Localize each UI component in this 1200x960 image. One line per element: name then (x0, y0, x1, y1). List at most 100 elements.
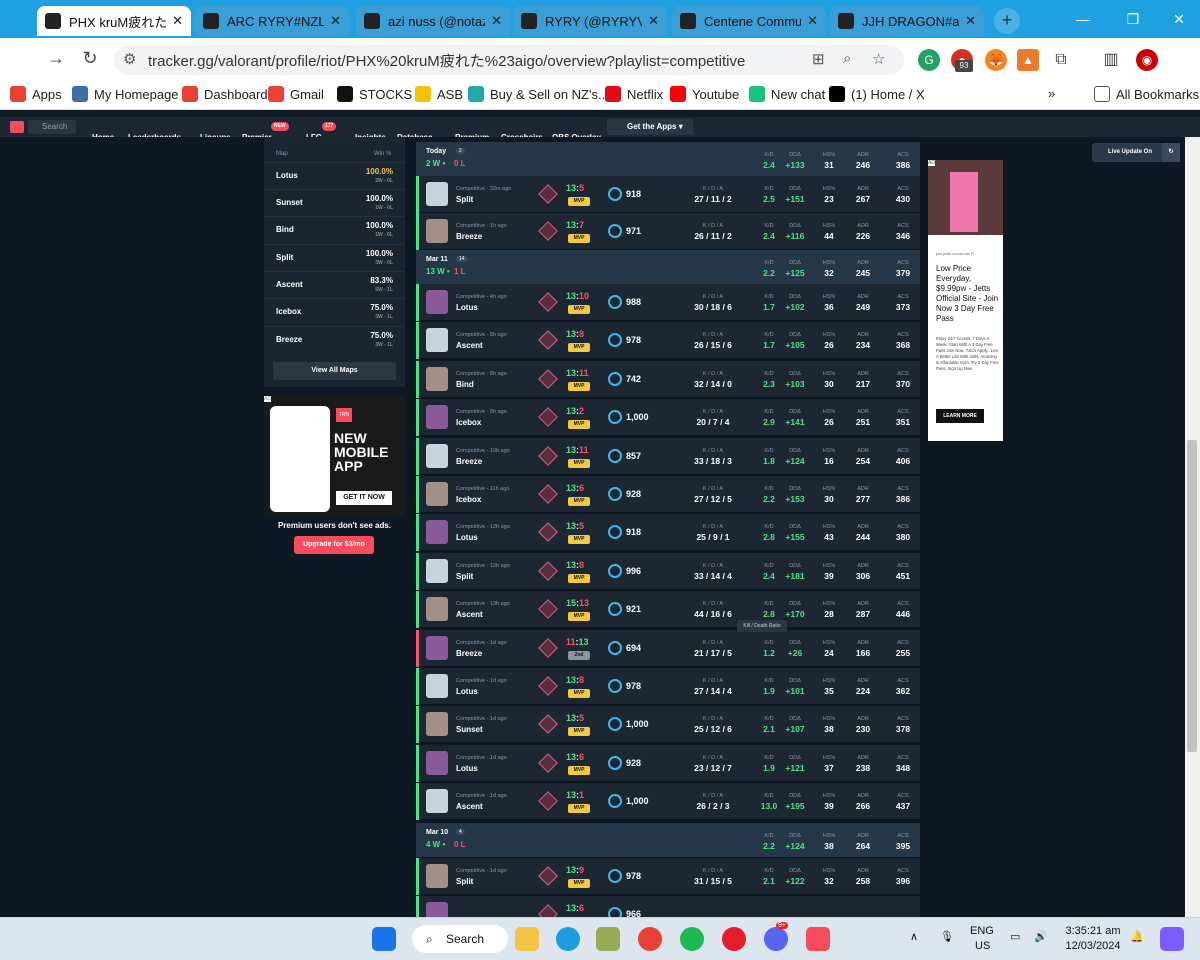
scrollbar-thumb[interactable] (1187, 440, 1197, 752)
taskbar-search[interactable]: Search ⌕ (412, 925, 508, 953)
bookmark-item[interactable]: Apps (10, 86, 62, 102)
browser-tab[interactable]: Centene Commun ✕ (672, 6, 826, 36)
view-all-maps-button[interactable]: View All Maps (273, 362, 396, 380)
close-tab-icon[interactable]: ✕ (959, 13, 976, 29)
url-input[interactable]: tracker.gg/valorant/profile/riot/PHX%20k… (114, 45, 904, 75)
forward-button[interactable]: → (44, 46, 68, 70)
match-row[interactable]: Competitive - 13h ago Ascent 15:13 MVP 921 K … (416, 591, 920, 629)
close-tab-icon[interactable]: ✕ (324, 13, 341, 29)
bookmark-item[interactable]: Netflix (605, 86, 663, 102)
profile-avatar[interactable]: ◉ (1136, 49, 1158, 71)
maximize-button[interactable]: ❐ (1110, 0, 1156, 38)
copilot-icon[interactable] (1160, 927, 1184, 951)
upgrade-button[interactable]: Upgrade for $3/mo (294, 536, 374, 554)
map-row[interactable]: Split 100.0% 3W - 0L (264, 244, 405, 271)
side-panel-icon[interactable]: ▥ (1100, 49, 1122, 71)
extensions-puzzle-icon[interactable]: ⧉ (1050, 49, 1072, 71)
more-bookmarks-button[interactable]: » (1048, 86, 1055, 101)
volume-icon[interactable]: 🔊 (1034, 930, 1048, 943)
app-icon[interactable] (722, 927, 746, 951)
site-search-input[interactable]: Search (28, 120, 76, 134)
close-tab-icon[interactable]: ✕ (166, 13, 183, 29)
reload-button[interactable]: ↻ (78, 46, 102, 70)
trn-logo-icon[interactable] (10, 121, 24, 133)
tracker-app-icon[interactable] (806, 927, 830, 951)
new-tab-button[interactable]: + (994, 8, 1020, 34)
store-icon[interactable] (596, 927, 620, 951)
browser-tab[interactable]: azi nuss (@notaziu✕ (356, 6, 510, 36)
browser-tab[interactable]: ARC RYRY#NZL's C✕ (195, 6, 349, 36)
network-icon[interactable]: ▭ (1010, 930, 1020, 943)
bookmark-label: ASB (437, 86, 464, 102)
match-row[interactable]: Competitive - 12h ago Split 13:8 MVP 996 K / … (416, 552, 920, 590)
match-row[interactable]: Competitive - 32m ago Split 13:5 MVP 918 K / … (416, 176, 920, 213)
match-row[interactable]: Competitive - 1d ago Lotus 13:6 MVP 928 K / D… (416, 744, 920, 782)
map-row[interactable]: Bind 100.0% 1W - 0L (264, 216, 405, 243)
match-row[interactable]: Competitive - 1d ago Split 13:9 MVP 978 K / D… (416, 858, 920, 895)
match-row[interactable]: Competitive - 1d ago Sunset 13:5 MVP 1,000 K … (416, 706, 920, 744)
bookmark-item[interactable]: New chat (749, 86, 825, 102)
match-row[interactable]: Competitive - 8h ago Bind 13:11 MVP 742 K / D… (416, 360, 920, 398)
browser-tab[interactable]: PHX kruM疲れた#a✕ (37, 6, 191, 36)
bookmark-item[interactable]: Buy & Sell on NZ's... (468, 86, 609, 102)
map-row[interactable]: Sunset 100.0% 1W - 0L (264, 189, 405, 216)
map-row[interactable]: Ascent 83.3% 5W - 1L (264, 271, 405, 298)
map-row[interactable]: Icebox 75.0% 3W - 1L (264, 298, 405, 325)
map-row[interactable]: Lotus 100.0% 2W - 0L (264, 162, 405, 189)
notification-bell-icon[interactable]: 🔔 (1130, 930, 1144, 943)
chrome-icon[interactable] (638, 927, 662, 951)
bookmark-star-icon[interactable]: ☆ (872, 50, 885, 68)
bookmark-item[interactable]: Dashboard (182, 86, 268, 102)
grammarly-icon[interactable]: G (918, 49, 940, 71)
live-update-toggle[interactable]: Live Update On ↻ (1092, 143, 1180, 162)
minimize-button[interactable]: — (1060, 0, 1106, 38)
metamask-icon[interactable]: 🦊 (985, 49, 1007, 71)
clock-time[interactable]: 3:35:21 am (1063, 925, 1123, 937)
match-row[interactable]: Competitive - 4h ago Lotus 13:10 MVP 988 K / … (416, 284, 920, 321)
match-row[interactable]: Competitive - 1d ago Ascent 13:1 MVP 1,000 K … (416, 783, 920, 821)
match-row[interactable]: Competitive - 11h ago Icebox 13:6 MVP 928 K /… (416, 476, 920, 513)
get-it-now-button[interactable]: GET IT NOW (336, 491, 392, 505)
mic-icon[interactable]: 🎙 (940, 930, 954, 943)
match-row[interactable]: Competitive - 1d ago Breeze 11:13 2nd 694 K /… (416, 629, 920, 667)
file-explorer-icon[interactable] (515, 927, 539, 951)
browser-tab[interactable]: JJH DRAGON#aaa✕ (830, 6, 984, 36)
match-row[interactable]: Competitive - 12h ago Lotus 13:5 MVP 918 K / … (416, 514, 920, 552)
site-info-icon[interactable]: ⚙ (123, 50, 136, 68)
win-percent: 100.0% (365, 194, 393, 203)
edge-icon[interactable] (556, 927, 580, 951)
match-row[interactable]: Competitive - 10h ago Breeze 13:11 MVP 857 K … (416, 437, 920, 475)
bookmark-item[interactable]: (1) Home / X (829, 86, 925, 102)
trn-app-ad[interactable]: TRN NEW MOBILE APP GET IT NOW AD (264, 396, 405, 516)
close-window-button[interactable]: ✕ (1156, 0, 1200, 38)
install-icon[interactable]: ⊞ (812, 50, 825, 68)
bookmark-item[interactable]: Youtube (670, 86, 739, 102)
jetts-ad[interactable]: AD join.jetts.co.nz/Low P... Low Price E… (928, 160, 1003, 441)
close-tab-icon[interactable]: ✕ (485, 13, 502, 29)
spotify-icon[interactable] (680, 927, 704, 951)
match-row[interactable]: Competitive - 5h ago Ascent 13:8 MVP 978 K / … (416, 322, 920, 360)
clock-date[interactable]: 12/03/2024 (1063, 940, 1123, 952)
discord-icon[interactable] (764, 927, 788, 951)
match-row[interactable]: Competitive - 1d ago Lotus 13:8 MVP 978 K / D… (416, 668, 920, 705)
match-row[interactable]: Competitive - 9h ago Icebox 13:2 MVP 1,000 K … (416, 399, 920, 437)
bookmark-item[interactable]: My Homepage (72, 86, 179, 102)
close-tab-icon[interactable]: ✕ (642, 13, 659, 29)
windows-start-icon[interactable] (372, 927, 396, 951)
extension-image-icon[interactable]: ▲ (1017, 49, 1039, 71)
bookmark-item[interactable]: ASB (415, 86, 463, 102)
bookmark-item[interactable]: STOCKS (337, 86, 412, 102)
tray-chevron-icon[interactable]: ∧ (910, 930, 918, 943)
language-secondary[interactable]: US (975, 940, 990, 952)
map-row[interactable]: Breeze 75.0% 3W - 1L (264, 326, 405, 353)
get-apps-button[interactable]: Get the Apps ▾ (607, 119, 693, 135)
match-score: 13:5 (566, 521, 584, 531)
all-bookmarks-button[interactable]: All Bookmarks (1094, 86, 1199, 102)
bookmark-item[interactable]: Gmail (268, 86, 324, 102)
match-row[interactable]: Competitive - 1h ago Breeze 13:7 MVP 971 K / … (416, 213, 920, 250)
browser-tab[interactable]: RYRY (@RYRYValo✕ (513, 6, 667, 36)
learn-more-button[interactable]: LEARN MORE (936, 409, 984, 423)
close-tab-icon[interactable]: ✕ (801, 13, 818, 29)
zoom-icon[interactable]: ⌕ (843, 50, 851, 67)
language-primary[interactable]: ENG (970, 925, 994, 937)
